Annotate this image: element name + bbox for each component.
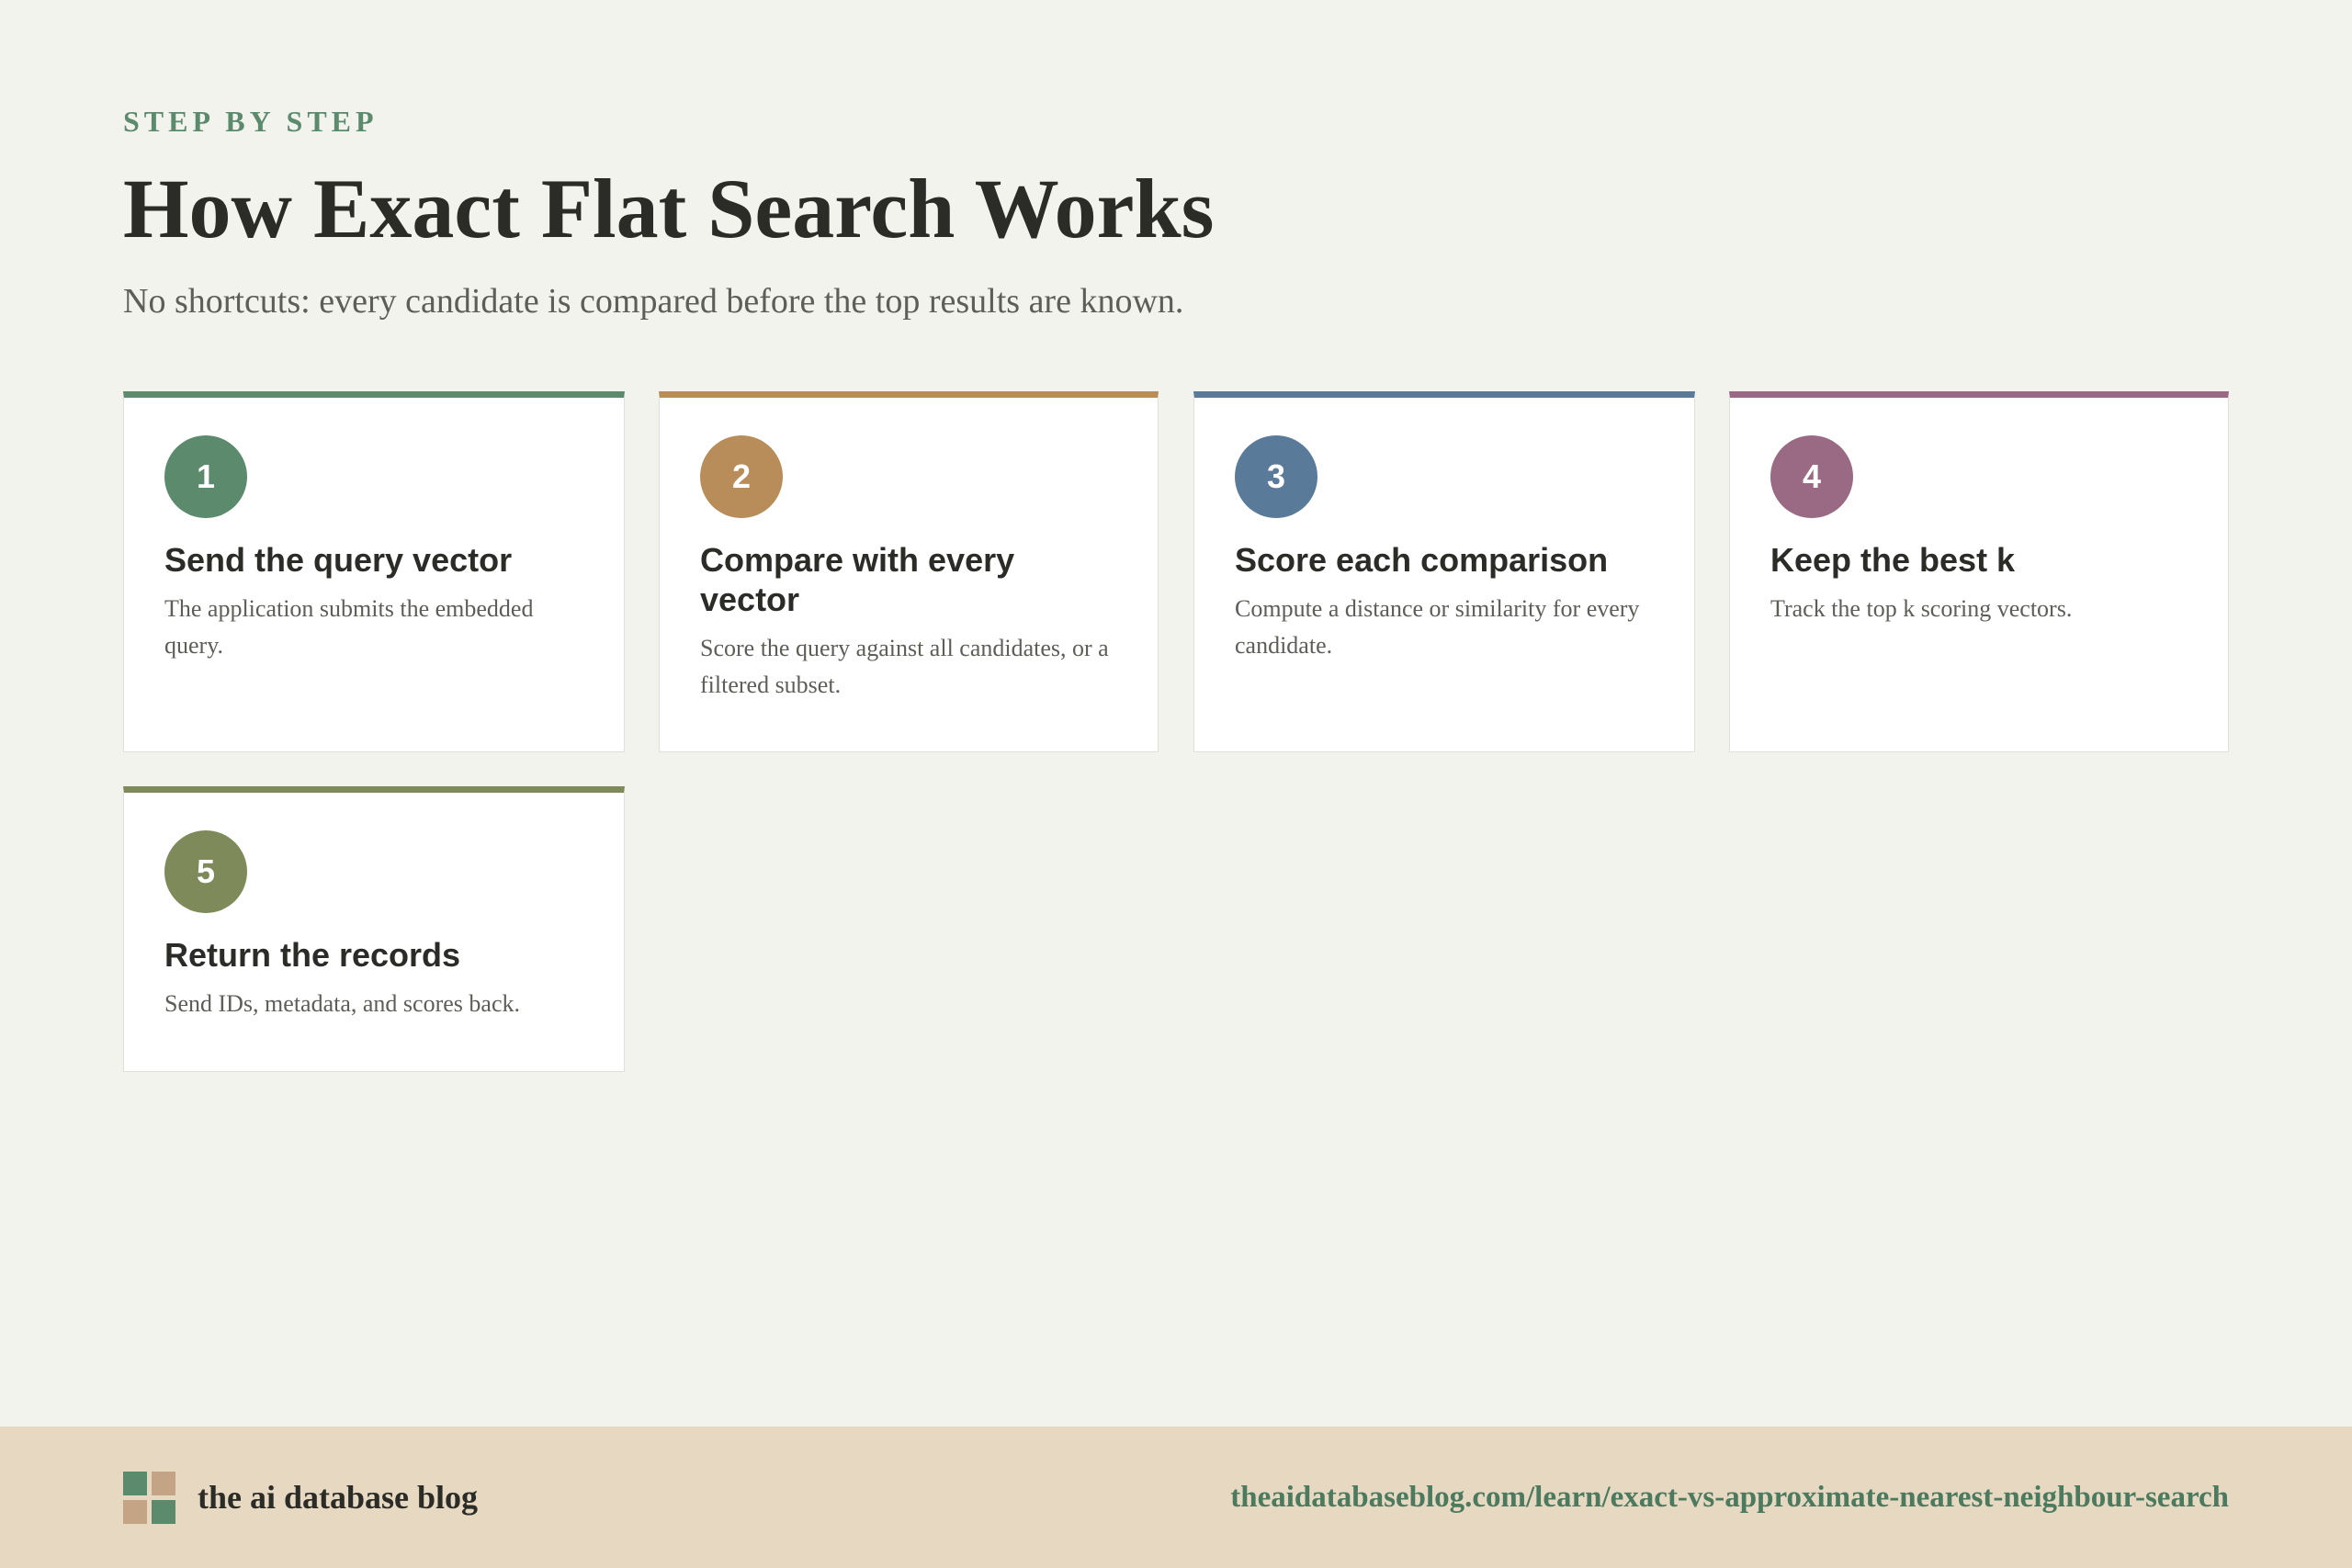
page-header: STEP BY STEP How Exact Flat Search Works… <box>123 103 2236 323</box>
step-title: Score each comparison <box>1235 541 1609 579</box>
step-title: Compare with every vector <box>700 541 1015 618</box>
step-description: The application submits the embedded que… <box>164 595 534 659</box>
logo-square <box>123 1471 147 1495</box>
step-title: Send the query vector <box>164 541 513 579</box>
step-description: Track the top k scoring vectors. <box>1770 595 2073 622</box>
brand-name: the ai database blog <box>198 1479 479 1516</box>
step-description: Score the query against all candidates, … <box>700 635 1109 698</box>
step-card-1: 1 Send the query vector The application … <box>123 391 625 752</box>
step-number-badge: 5 <box>164 830 247 913</box>
brand: the ai database blog <box>123 1471 478 1524</box>
step-card-5: 5 Return the records Send IDs, metadata,… <box>123 786 625 1072</box>
page-subtitle: No shortcuts: every candidate is compare… <box>123 282 1184 321</box>
footer-bar: the ai database blog theaidatabaseblog.c… <box>0 1427 2352 1568</box>
step-card-2: 2 Compare with every vector Score the qu… <box>659 391 1159 752</box>
step-title: Keep the best k <box>1770 541 2016 579</box>
logo-square <box>152 1471 175 1495</box>
page-title: How Exact Flat Search Works <box>123 162 1215 255</box>
logo-square <box>123 1499 147 1524</box>
step-card-4: 4 Keep the best k Track the top k scorin… <box>1729 391 2229 752</box>
step-description: Compute a distance or similarity for eve… <box>1235 595 1640 659</box>
step-card-3: 3 Score each comparison Compute a distan… <box>1193 391 1695 752</box>
step-number-badge: 4 <box>1770 435 1853 518</box>
footer-url: theaidatabaseblog.com/learn/exact-vs-app… <box>1230 1481 2229 1514</box>
step-title: Return the records <box>164 936 461 974</box>
step-number-badge: 1 <box>164 435 247 518</box>
eyebrow-label: STEP BY STEP <box>123 105 379 138</box>
step-description: Send IDs, metadata, and scores back. <box>164 990 520 1017</box>
logo-square <box>152 1499 175 1524</box>
brand-logo-icon <box>123 1471 175 1524</box>
step-number-badge: 3 <box>1235 435 1317 518</box>
step-number-badge: 2 <box>700 435 783 518</box>
